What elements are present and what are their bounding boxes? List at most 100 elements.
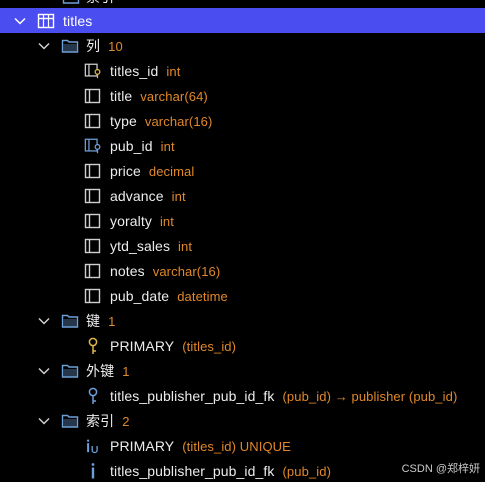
index-name: PRIMARY — [110, 437, 175, 454]
tree-row-column[interactable]: type varchar(16) — [0, 108, 485, 133]
tree-row-column[interactable]: advance int — [0, 183, 485, 208]
table-name: titles — [63, 12, 93, 29]
column-name: pub_date — [110, 287, 170, 304]
column-type: datetime — [177, 288, 228, 304]
index-detail: (pub_id) — [282, 463, 331, 479]
watermark: CSDN @郑梓妍 — [401, 463, 480, 475]
keys-count: 1 — [108, 313, 116, 329]
columns-count: 10 — [108, 38, 123, 54]
keys-group-text: 键1 — [86, 311, 115, 331]
column-type: int — [178, 238, 193, 254]
index-text: titles_publisher_pub_id_fk (pub_id) — [110, 463, 331, 479]
columns-group-text: 列 10 — [86, 36, 123, 56]
tree-row-column[interactable]: ytd_sales int — [0, 233, 485, 258]
column-icon — [84, 187, 102, 205]
folder-icon — [61, 312, 79, 330]
database-tree: 索引 titles 列 10 — [0, 0, 485, 482]
tree-row-column[interactable]: titles_id int — [0, 58, 485, 83]
column-name: notes — [110, 262, 145, 279]
column-text: price decimal — [110, 163, 194, 179]
column-type: varchar(64) — [140, 88, 208, 104]
partial-label: 索引 — [86, 0, 114, 7]
fk-text: titles_publisher_pub_id_fk (pub_id) → pub… — [110, 388, 457, 404]
column-text: type varchar(16) — [110, 113, 212, 129]
fk-count: 1 — [122, 363, 130, 379]
column-text: yoralty int — [110, 213, 174, 229]
tree-row-column[interactable]: notes varchar(16) — [0, 258, 485, 283]
index-count: 2 — [122, 413, 130, 429]
column-type: decimal — [148, 163, 195, 179]
folder-icon — [61, 362, 79, 380]
key-name: PRIMARY — [110, 337, 175, 354]
column-name: yoralty — [110, 212, 152, 229]
index-detail: (titles_id) UNIQUE — [182, 438, 291, 454]
column-icon — [84, 287, 102, 305]
column-text: title varchar(64) — [110, 88, 208, 104]
foreign-key-icon — [84, 387, 102, 405]
tree-row-foreign-key[interactable]: titles_publisher_pub_id_fk (pub_id) → pub… — [0, 383, 485, 408]
column-icon — [84, 237, 102, 255]
index-text: PRIMARY (titles_id) UNIQUE — [110, 438, 291, 454]
foreign-key-column-icon — [84, 137, 102, 155]
column-icon — [84, 262, 102, 280]
column-text: titles_id int — [110, 63, 180, 79]
column-text: pub_date datetime — [110, 288, 228, 304]
table-icon — [37, 12, 55, 30]
key-icon — [84, 337, 102, 355]
folder-icon — [61, 37, 79, 55]
chevron-down-icon[interactable] — [36, 363, 52, 379]
column-icon — [84, 162, 102, 180]
key-detail: (titles_id) — [182, 338, 237, 354]
columns-group-label: 列 — [86, 37, 101, 54]
index-icon — [84, 462, 102, 480]
column-icon — [84, 112, 102, 130]
tree-row-columns-group[interactable]: 列 10 — [0, 33, 485, 58]
column-name: pub_id — [110, 137, 153, 154]
column-type: int — [159, 213, 174, 229]
chevron-down-icon[interactable] — [36, 313, 52, 329]
fk-group-text: 外键 1 — [86, 361, 130, 381]
chevron-down-icon[interactable] — [36, 38, 52, 54]
fk-name: titles_publisher_pub_id_fk — [110, 387, 275, 404]
tree-row-partial[interactable]: 索引 — [0, 0, 485, 6]
tree-row-column[interactable]: price decimal — [0, 158, 485, 183]
column-icon — [84, 212, 102, 230]
column-type: int — [166, 63, 181, 79]
tree-row-index[interactable]: PRIMARY (titles_id) UNIQUE — [0, 433, 485, 458]
tree-row-column[interactable]: pub_date datetime — [0, 283, 485, 308]
tree-row-foreign-keys-group[interactable]: 外键 1 — [0, 358, 485, 383]
primary-key-column-icon — [84, 62, 102, 80]
column-text: notes varchar(16) — [110, 263, 220, 279]
index-group-label: 索引 — [86, 412, 115, 429]
chevron-down-icon[interactable] — [12, 13, 28, 29]
index-group-text: 索引 2 — [86, 411, 130, 431]
keys-group-label: 键 — [86, 312, 101, 329]
folder-icon — [61, 412, 79, 430]
tree-row-column[interactable]: pub_id int — [0, 133, 485, 158]
column-text: advance int — [110, 188, 186, 204]
tree-row-indexes-group[interactable]: 索引 2 — [0, 408, 485, 433]
tree-row-table-titles[interactable]: titles — [0, 8, 485, 33]
column-type: varchar(16) — [152, 263, 221, 279]
unique-index-icon — [84, 437, 102, 455]
column-name: title — [110, 87, 133, 104]
column-name: ytd_sales — [110, 237, 171, 254]
index-name: titles_publisher_pub_id_fk — [110, 462, 275, 479]
fk-group-label: 外键 — [86, 362, 115, 379]
column-type: int — [160, 138, 175, 154]
column-name: type — [110, 112, 137, 129]
column-type: varchar(16) — [144, 113, 213, 129]
column-text: pub_id int — [110, 138, 175, 154]
tree-row-column[interactable]: yoralty int — [0, 208, 485, 233]
tree-row-key[interactable]: PRIMARY (titles_id) — [0, 333, 485, 358]
tree-row-keys-group[interactable]: 键1 — [0, 308, 485, 333]
chevron-down-icon[interactable] — [36, 413, 52, 429]
column-name: price — [110, 162, 141, 179]
column-name: advance — [110, 187, 164, 204]
folder-icon — [62, 0, 80, 6]
column-icon — [84, 87, 102, 105]
column-name: titles_id — [110, 62, 159, 79]
tree-row-column[interactable]: title varchar(64) — [0, 83, 485, 108]
column-text: ytd_sales int — [110, 238, 192, 254]
column-type: int — [171, 188, 186, 204]
